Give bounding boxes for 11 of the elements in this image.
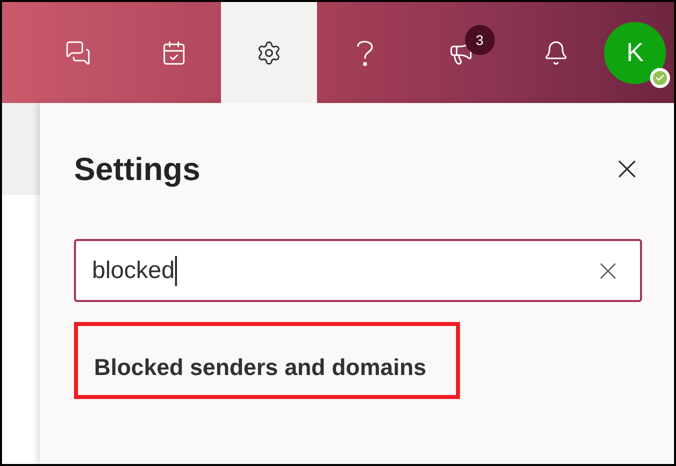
bell-icon xyxy=(543,40,570,66)
check-icon xyxy=(655,72,666,82)
search-field[interactable]: blocked xyxy=(74,239,642,302)
notification-count: 3 xyxy=(464,25,495,55)
panel-title: Settings xyxy=(74,153,200,185)
chat-icon xyxy=(64,40,91,66)
search-result[interactable]: Blocked senders and domains xyxy=(74,322,460,399)
settings-button[interactable] xyxy=(221,2,318,103)
settings-icon xyxy=(256,40,282,66)
calendar-check-icon xyxy=(160,40,186,66)
announcements-button[interactable]: 3 xyxy=(412,2,508,103)
